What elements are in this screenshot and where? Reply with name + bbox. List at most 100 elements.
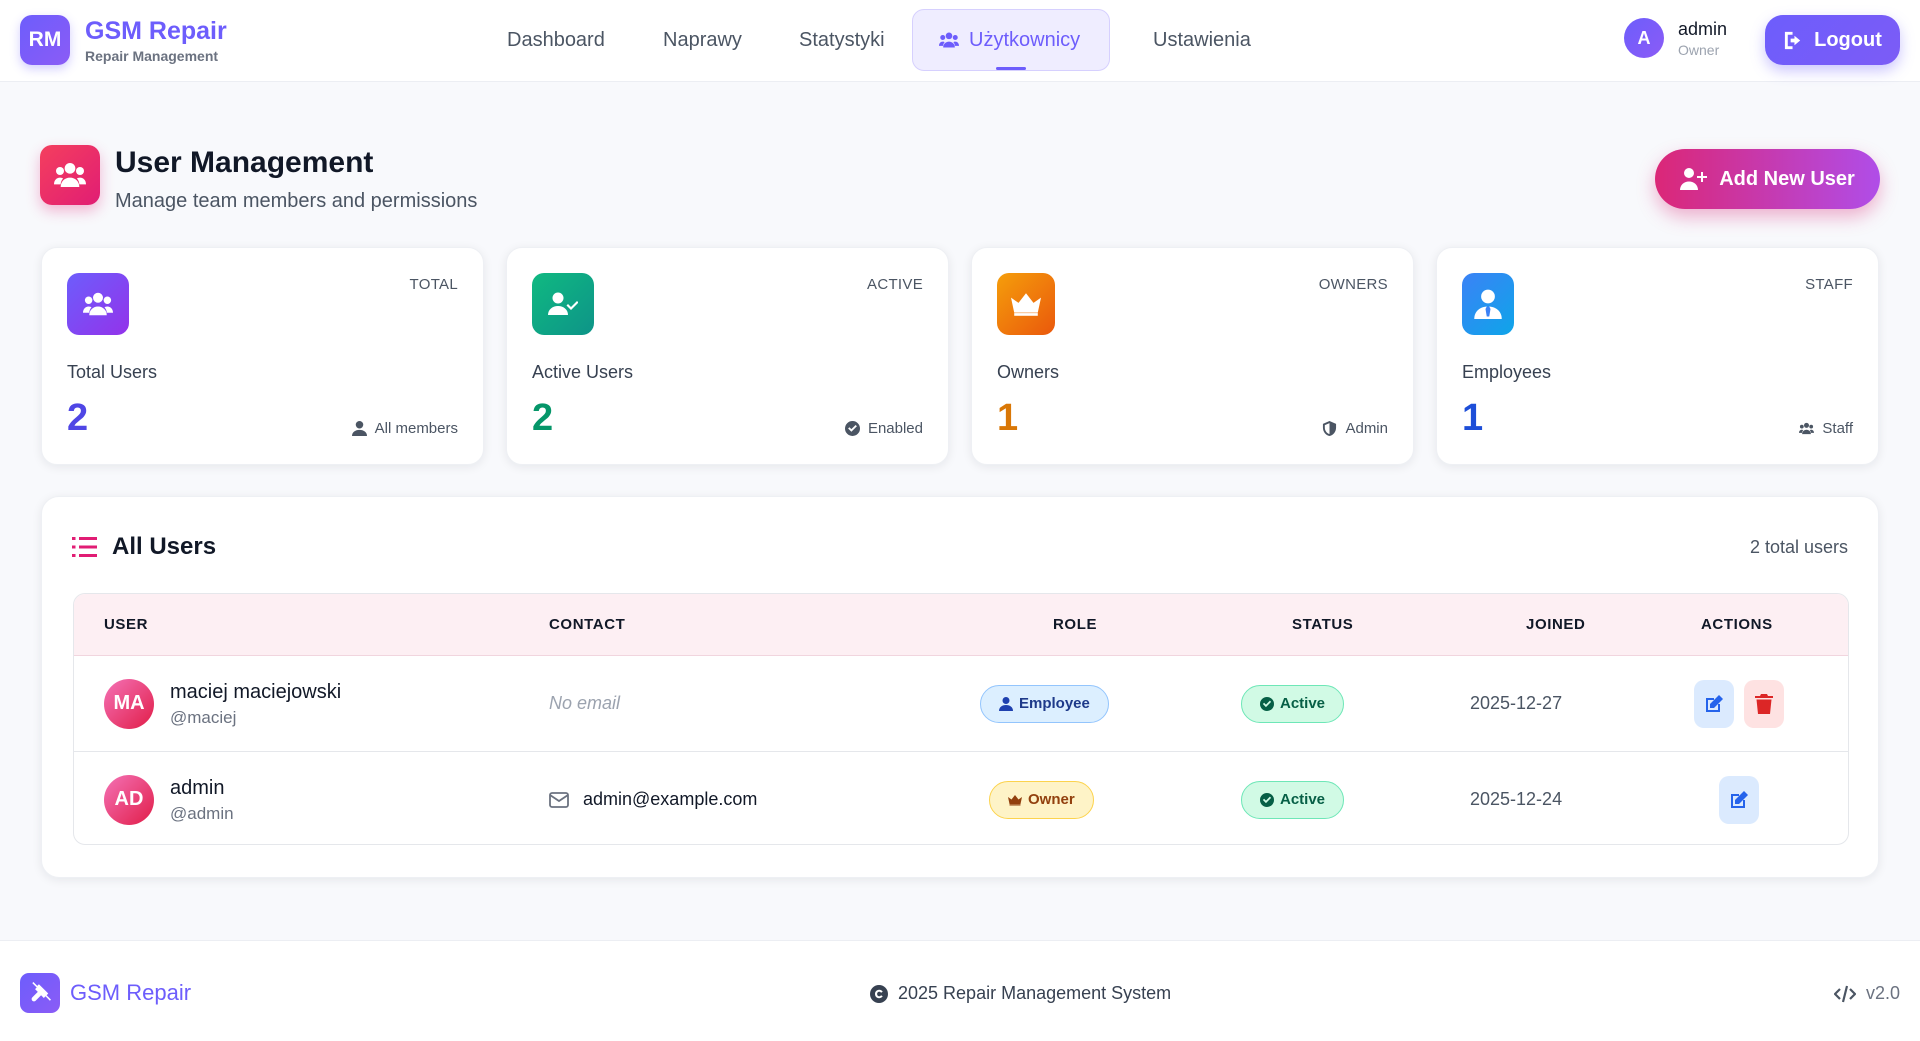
no-email-text: No email <box>549 693 621 713</box>
logout-label: Logout <box>1814 28 1882 51</box>
all-users-card: All Users 2 total users USER CONTACT ROL… <box>41 496 1879 878</box>
stat-note: All members <box>351 420 458 437</box>
sign-out-icon <box>1785 31 1801 49</box>
nav-dashboard[interactable]: Dashboard <box>470 9 620 71</box>
stat-icon <box>532 273 594 335</box>
user-name: admin <box>170 776 225 799</box>
stat-label: Total Users <box>67 362 158 382</box>
stat-label: Employees <box>1462 362 1552 382</box>
nav-label: Naprawy <box>663 28 742 51</box>
role-cell: Employee <box>980 656 1109 751</box>
footer: GSM Repair 2025 Repair Management System… <box>0 940 1920 1041</box>
nav-label: Statystyki <box>799 28 885 51</box>
check-circle-icon <box>1260 696 1274 711</box>
shield-icon <box>1323 421 1337 436</box>
stat-card-total: TOTAL Total Users 2 All members <box>41 247 484 465</box>
add-new-user-button[interactable]: Add New User <box>1655 149 1880 209</box>
stat-icon <box>67 273 129 335</box>
stat-card-active: ACTIVE Active Users 2 Enabled <box>506 247 949 465</box>
user-cell: MA maciej maciejowski @maciej <box>104 656 341 751</box>
col-joined: JOINED <box>1526 616 1586 633</box>
user-cell: AD admin @admin <box>104 752 234 844</box>
nav-ustawienia[interactable]: Ustawienia <box>1116 9 1272 71</box>
user-icon <box>351 421 367 436</box>
page-icon <box>40 145 100 205</box>
nav-label: Ustawienia <box>1153 28 1251 51</box>
footer-brand-name: GSM Repair <box>70 980 192 1005</box>
all-users-heading: All Users <box>72 533 216 561</box>
status-cell: Active <box>1241 656 1345 751</box>
nav-statystyki[interactable]: Statystyki <box>762 9 906 71</box>
stat-note: Enabled <box>844 420 923 437</box>
users-icon <box>939 32 959 48</box>
envelope-icon <box>549 791 569 808</box>
footer-brand[interactable]: GSM Repair <box>20 973 191 1013</box>
stat-tag: ACTIVE <box>867 276 923 293</box>
add-new-user-label: Add New User <box>1719 167 1855 190</box>
stat-value: 2 <box>67 397 89 439</box>
table-row: MA maciej maciejowski @maciej No email E… <box>74 656 1848 752</box>
table-header: USER CONTACT ROLE STATUS JOINED ACTIONS <box>74 594 1848 656</box>
user-name: maciej maciejowski <box>170 680 342 703</box>
list-icon <box>72 537 97 557</box>
tools-icon <box>31 982 51 1002</box>
actions-cell <box>1694 656 1784 751</box>
page-subtitle: Manage team members and permissions <box>115 190 478 212</box>
status-cell: Active <box>1241 752 1345 844</box>
nav-uzytkownicy[interactable]: Użytkownicy <box>912 9 1110 71</box>
logout-button[interactable]: Logout <box>1765 15 1900 65</box>
col-role: ROLE <box>1053 616 1098 633</box>
brand-subtitle: Repair Management <box>85 47 219 64</box>
role-badge: Owner <box>989 780 1094 819</box>
avatar: A <box>1624 18 1664 58</box>
stat-value: 1 <box>997 397 1019 439</box>
col-user: USER <box>104 616 149 633</box>
crown-icon <box>1011 293 1041 316</box>
user-check-icon <box>548 292 578 315</box>
stat-note: Staff <box>1799 420 1853 437</box>
col-status: STATUS <box>1292 616 1354 633</box>
copyright-icon <box>870 984 888 1003</box>
footer-copyright: 2025 Repair Management System <box>870 983 1171 1004</box>
users-table: USER CONTACT ROLE STATUS JOINED ACTIONS … <box>73 593 1849 845</box>
col-contact: CONTACT <box>549 616 626 633</box>
table-row: AD admin @admin admin@example.com Owner <box>74 752 1848 844</box>
brand-logo: RM <box>20 15 70 65</box>
stat-tag: TOTAL <box>409 276 458 293</box>
role-badge: Employee <box>980 684 1109 723</box>
current-user[interactable]: A admin Owner <box>1624 18 1727 58</box>
stat-note: Admin <box>1322 420 1388 437</box>
users-icon <box>1799 422 1815 435</box>
role-cell: Owner <box>989 752 1094 844</box>
stats-row: TOTAL Total Users 2 All members ACTIVE A… <box>41 247 1879 465</box>
current-user-role: Owner <box>1678 41 1720 58</box>
edit-user-button[interactable] <box>1694 679 1734 728</box>
email-contact[interactable]: admin@example.com <box>549 789 757 810</box>
check-circle-icon <box>844 421 860 436</box>
code-icon <box>1833 985 1856 1002</box>
trash-icon <box>1755 693 1773 714</box>
joined-cell: 2025-12-27 <box>1470 656 1562 751</box>
user-tie-icon <box>1474 289 1502 319</box>
brand[interactable]: RM GSM Repair Repair Management <box>20 15 227 65</box>
current-user-name: admin <box>1678 18 1728 39</box>
col-actions: ACTIONS <box>1701 616 1773 633</box>
status-badge: Active <box>1241 684 1345 723</box>
page-header: User Management Manage team members and … <box>40 145 477 213</box>
edit-icon <box>1731 790 1748 808</box>
avatar: MA <box>104 678 154 729</box>
brand-title: GSM Repair <box>85 16 227 45</box>
joined-date: 2025-12-24 <box>1470 789 1563 809</box>
footer-logo <box>20 973 60 1013</box>
user-tie-icon <box>999 696 1013 711</box>
delete-user-button[interactable] <box>1744 679 1784 728</box>
joined-cell: 2025-12-24 <box>1470 752 1563 844</box>
stat-label: Active Users <box>532 362 634 382</box>
users-icon <box>83 292 113 316</box>
nav-label: Dashboard <box>507 28 605 51</box>
contact-cell: No email <box>549 656 620 751</box>
stat-card-owners: OWNERS Owners 1 Admin <box>971 247 1414 465</box>
users-icon <box>54 163 86 187</box>
edit-user-button[interactable] <box>1719 775 1759 824</box>
nav-naprawy[interactable]: Naprawy <box>626 9 756 71</box>
